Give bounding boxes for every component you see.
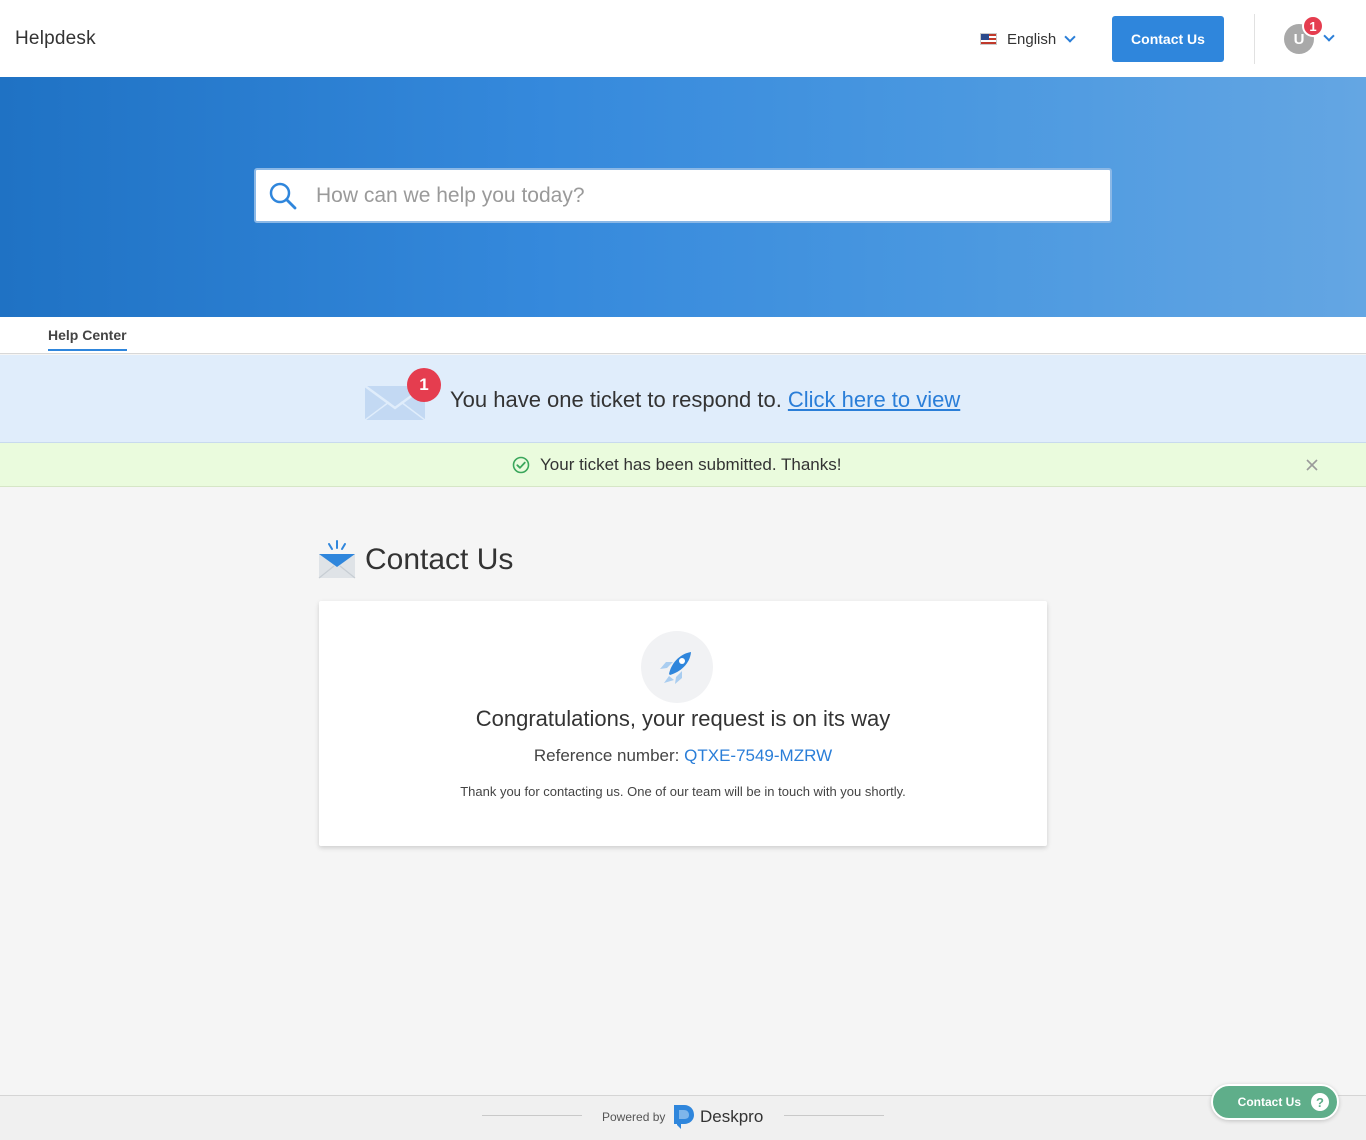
tab-help-center[interactable]: Help Center: [48, 327, 127, 351]
language-label: English: [1007, 30, 1057, 48]
footer: Powered by Deskpro: [0, 1095, 1366, 1140]
user-menu-chevron-icon[interactable]: [1323, 30, 1335, 42]
ticket-notice-banner: 1 You have one ticket to respond to. Cli…: [0, 355, 1366, 443]
rocket-icon: [641, 631, 713, 703]
success-message: Your ticket has been submitted. Thanks!: [540, 455, 842, 474]
top-navbar: Helpdesk English Contact Us U 1: [0, 0, 1366, 77]
deskpro-logo[interactable]: Deskpro: [672, 1103, 763, 1131]
language-selector[interactable]: English: [980, 28, 1076, 50]
powered-by-label: Powered by: [602, 1110, 666, 1124]
confirmation-headline: Congratulations, your request is on its …: [475, 706, 891, 731]
hero-banner: [0, 77, 1366, 317]
tab-bar: Help Center: [0, 317, 1366, 354]
envelope-icon: 1: [364, 368, 441, 421]
footer-line-left: [482, 1115, 582, 1116]
close-icon[interactable]: [1304, 457, 1320, 473]
success-alert: Your ticket has been submitted. Thanks!: [0, 443, 1366, 487]
brand-title[interactable]: Helpdesk: [15, 28, 96, 50]
notification-badge: 1: [1302, 15, 1324, 37]
page-heading: Contact Us: [318, 540, 513, 580]
ticket-count-badge: 1: [407, 368, 441, 402]
contact-us-button[interactable]: Contact Us: [1112, 16, 1224, 62]
reference-line: Reference number: QTXE-7549-MZRW: [319, 746, 1047, 766]
deskpro-brand: Deskpro: [700, 1107, 764, 1126]
floating-contact-button[interactable]: Contact Us ?: [1211, 1084, 1339, 1120]
deskpro-icon: [674, 1105, 694, 1129]
check-circle-icon: [512, 456, 530, 474]
page-title: Contact Us: [365, 543, 514, 576]
notice-text: You have one ticket to respond to.: [450, 387, 782, 412]
header-divider: [1254, 14, 1255, 64]
view-ticket-link[interactable]: Click here to view: [788, 387, 960, 413]
search-icon: [269, 182, 297, 209]
thanks-message: Thank you for contacting us. One of our …: [460, 784, 906, 799]
floating-contact-label: Contact Us: [1237, 1095, 1301, 1109]
search-input[interactable]: [316, 183, 1076, 208]
reference-number-link[interactable]: QTXE-7549-MZRW: [684, 746, 832, 765]
us-flag-icon: [980, 33, 997, 45]
help-icon: ?: [1311, 1093, 1329, 1111]
chevron-down-icon: [1064, 31, 1076, 43]
mail-icon: [318, 540, 356, 579]
search-box[interactable]: [254, 168, 1112, 223]
confirmation-card: Congratulations, your request is on its …: [319, 601, 1047, 846]
footer-line-right: [784, 1115, 884, 1116]
reference-label: Reference number:: [533, 746, 680, 765]
